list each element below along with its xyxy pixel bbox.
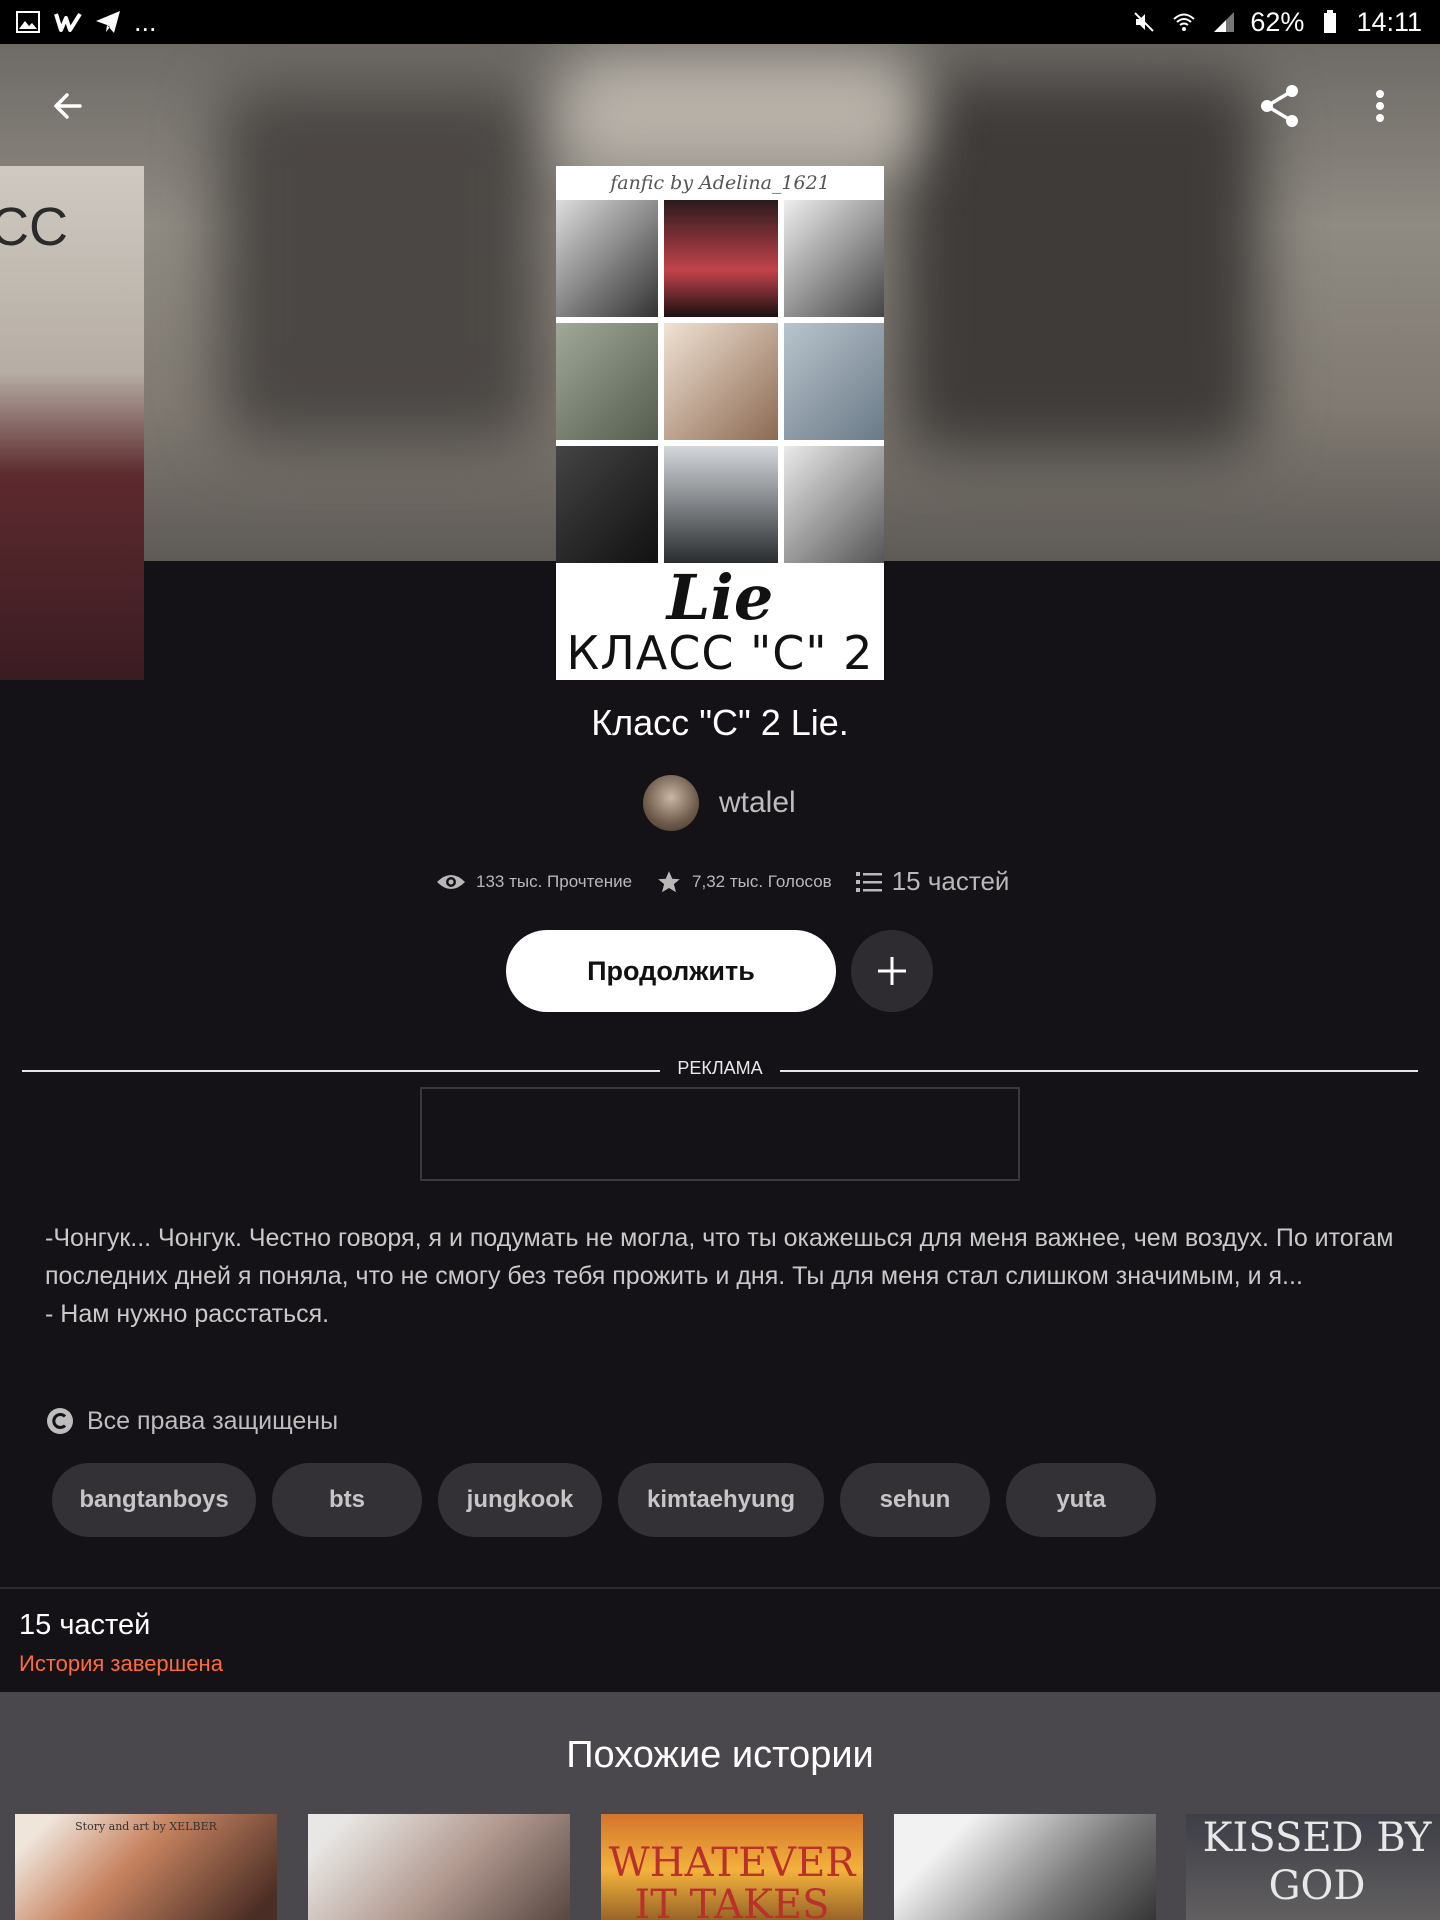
wattpad-icon xyxy=(54,8,82,36)
similar-story-cover[interactable] xyxy=(894,1814,1156,1920)
status-right: 62% 14:11 xyxy=(1130,7,1422,38)
collage-photo xyxy=(664,200,778,317)
arrow-left-icon xyxy=(54,93,82,119)
author-name: wtalel xyxy=(719,786,796,819)
top-app-bar xyxy=(0,44,1440,164)
similar-cover-text: WHATEVER IT TAKES xyxy=(608,1840,856,1920)
copyright-notice: Все права защищены xyxy=(45,1406,338,1436)
similar-story-cover[interactable]: WHATEVER IT TAKES xyxy=(601,1814,863,1920)
tag-chip[interactable]: yuta xyxy=(1006,1463,1156,1537)
parts-section-count[interactable]: 15 частей xyxy=(19,1609,150,1642)
collage-photo xyxy=(556,323,658,440)
battery-percent: 62% xyxy=(1250,6,1305,37)
story-stats: 133 тыс. Прочтение 7,32 тыс. Голосов 15 … xyxy=(436,866,1009,897)
similar-story-cover[interactable]: Story and art by XELBER xyxy=(15,1814,277,1920)
similar-cover-text: Story and art by XELBER xyxy=(75,1820,217,1833)
back-button[interactable] xyxy=(28,66,108,146)
reads-stat: 133 тыс. Прочтение xyxy=(436,872,632,892)
side-cover-text: CC xyxy=(0,197,68,257)
collage-photo xyxy=(664,323,778,440)
gallery-icon xyxy=(14,8,42,36)
battery-icon xyxy=(1316,8,1344,36)
plus-icon xyxy=(878,957,906,985)
add-to-library-button[interactable] xyxy=(851,930,933,1012)
tag-list: bangtanboys bts jungkook kimtaehyung seh… xyxy=(52,1463,1156,1537)
collage-photo xyxy=(556,200,658,317)
more-vertical-icon xyxy=(1376,90,1384,122)
eye-icon xyxy=(437,874,465,889)
list-icon xyxy=(855,871,882,892)
copyright-text: Все права защищены xyxy=(87,1406,339,1435)
star-icon xyxy=(658,870,680,892)
collage-photo xyxy=(784,446,884,563)
telegram-icon xyxy=(94,8,122,36)
wifi-icon xyxy=(1170,8,1198,36)
share-button[interactable] xyxy=(1240,66,1320,146)
collage-photo xyxy=(784,200,884,317)
copyright-icon xyxy=(47,1408,73,1434)
continue-reading-button[interactable]: Продолжить xyxy=(506,930,836,1012)
status-bar: ... 62% 14:11 xyxy=(0,0,1440,44)
clock: 14:11 xyxy=(1356,6,1422,37)
ad-label: РЕКЛАМА xyxy=(660,1058,780,1079)
similar-stories-title: Похожие истории xyxy=(566,1734,874,1776)
votes-count: 7,32 тыс. Голосов xyxy=(692,871,832,891)
tag-chip[interactable]: jungkook xyxy=(438,1463,602,1537)
tag-chip[interactable]: kimtaehyung xyxy=(618,1463,824,1537)
cover-collage xyxy=(556,200,884,563)
votes-stat: 7,32 тыс. Голосов xyxy=(656,869,832,895)
similar-cover-text: KISSED BY GOD xyxy=(1202,1815,1432,1909)
avatar xyxy=(643,775,699,831)
collage-photo xyxy=(556,446,658,563)
signal-icon xyxy=(1210,8,1238,36)
notification-more: ... xyxy=(134,6,157,37)
tag-chip[interactable]: sehun xyxy=(840,1463,990,1537)
mute-icon xyxy=(1130,8,1158,36)
parts-count-label: 15 частей xyxy=(891,866,1010,896)
reads-count: 133 тыс. Прочтение xyxy=(476,871,633,891)
story-status: История завершена xyxy=(19,1651,223,1676)
previous-story-cover[interactable]: CC xyxy=(0,166,144,680)
cover-title-line2: КЛАСС "C" 2 xyxy=(566,626,874,680)
similar-story-cover[interactable]: KISSED BY GOD xyxy=(1186,1814,1440,1920)
parts-stat[interactable]: 15 частей xyxy=(855,866,1010,897)
ad-slot[interactable] xyxy=(420,1087,1020,1181)
share-icon xyxy=(1261,85,1298,127)
author-link[interactable]: wtalel xyxy=(643,775,796,831)
collage-photo xyxy=(664,446,778,563)
similar-stories-section: Похожие истории Story and art by XELBER … xyxy=(0,1692,1440,1920)
cover-signature: fanfic by Adelina_1621 xyxy=(610,172,830,194)
tag-chip[interactable]: bangtanboys xyxy=(52,1463,256,1537)
section-divider xyxy=(0,1587,1440,1589)
story-cover[interactable]: fanfic by Adelina_1621 Lie КЛАСС "C" 2 xyxy=(556,166,884,680)
story-description: -Чонгук... Чонгук. Честно говоря, я и по… xyxy=(45,1224,1394,1328)
collage-photo xyxy=(784,323,884,440)
cover-title-line1: Lie xyxy=(666,561,774,634)
story-title: Класс "C" 2 Lie. xyxy=(591,702,849,743)
similar-story-cover[interactable] xyxy=(308,1814,570,1920)
tag-chip[interactable]: bts xyxy=(272,1463,422,1537)
status-left: ... xyxy=(14,7,157,38)
more-options-button[interactable] xyxy=(1340,66,1420,146)
